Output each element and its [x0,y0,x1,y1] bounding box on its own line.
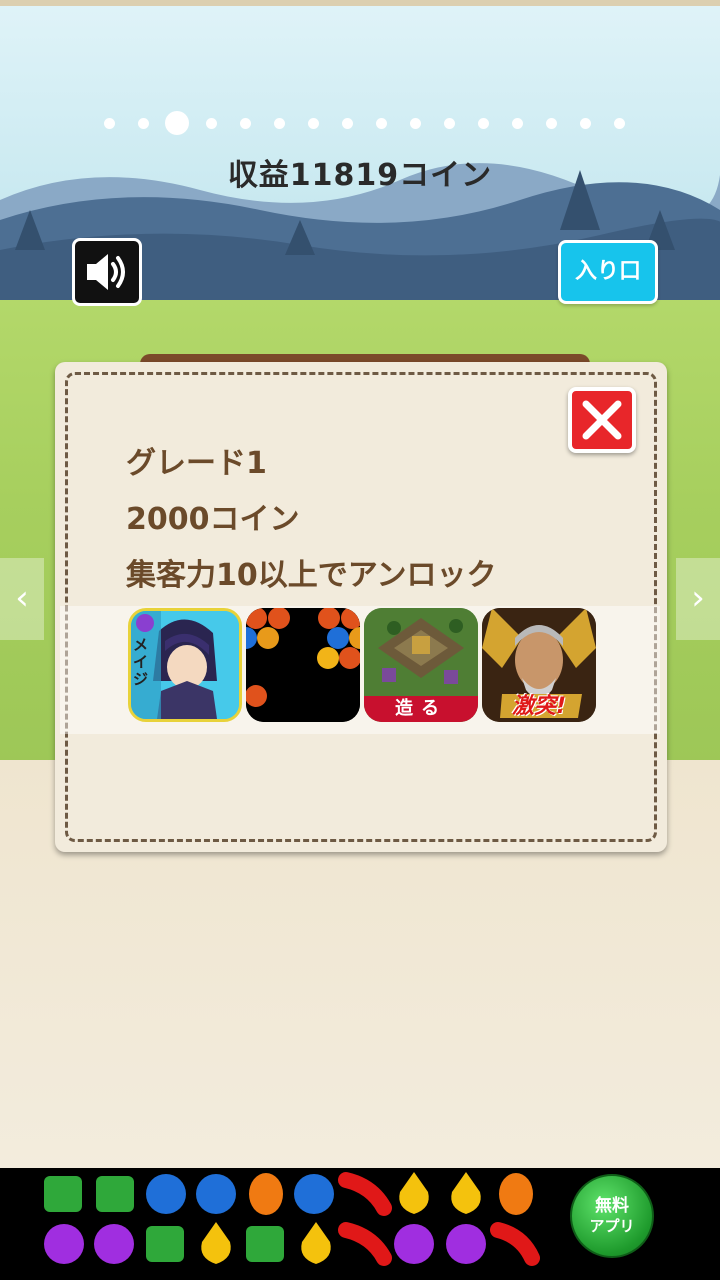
page-dot [273,118,285,129]
app-icon-bubbles[interactable] [246,608,360,722]
close-icon [582,400,622,440]
unlock-requirement-label: 集客力10以上でアンロック [126,558,497,593]
next-page-button[interactable]: › [676,558,720,640]
page-dot [443,118,455,129]
free-app-button[interactable]: 無料 アプリ [570,1174,654,1258]
page-dot [477,118,489,129]
page-dot [511,118,523,129]
page-dot [205,118,217,129]
close-button[interactable] [568,387,636,453]
page-dot [307,118,319,129]
speaker-icon [87,254,125,290]
page-dot [239,118,251,129]
previous-page-button[interactable]: ‹ [0,558,44,640]
page-indicator [0,110,720,136]
price-label: 2000コイン [126,502,300,537]
candy-banner-art [44,1172,540,1266]
page-dot [613,118,625,129]
page-dot [375,118,387,129]
page-dot-active [165,111,189,135]
app-icon-mage[interactable]: メイジ [128,608,242,722]
page-dot [103,118,115,129]
free-app-label-bottom: アプリ [589,1217,635,1235]
free-app-label-top: 無料 [595,1196,629,1216]
app-icon-village[interactable]: 造る [364,608,478,722]
page-dot [341,118,353,129]
app-icon-samurai[interactable]: 激突! [482,608,596,722]
page-dot [545,118,557,129]
revenue-counter: 収益11819コイン [227,158,493,193]
village-badge-text: 造る [364,696,478,722]
grade-label: グレード1 [126,446,267,481]
entrance-button[interactable]: 入り口 [558,240,658,304]
page-dot [579,118,591,129]
page-dot [137,118,149,129]
page-dot [409,118,421,129]
mage-badge-text: メイジ [133,636,149,688]
bubble-game-icon [246,608,360,722]
sound-toggle-button[interactable] [72,238,142,306]
samurai-badge-text: 激突! [512,694,567,719]
